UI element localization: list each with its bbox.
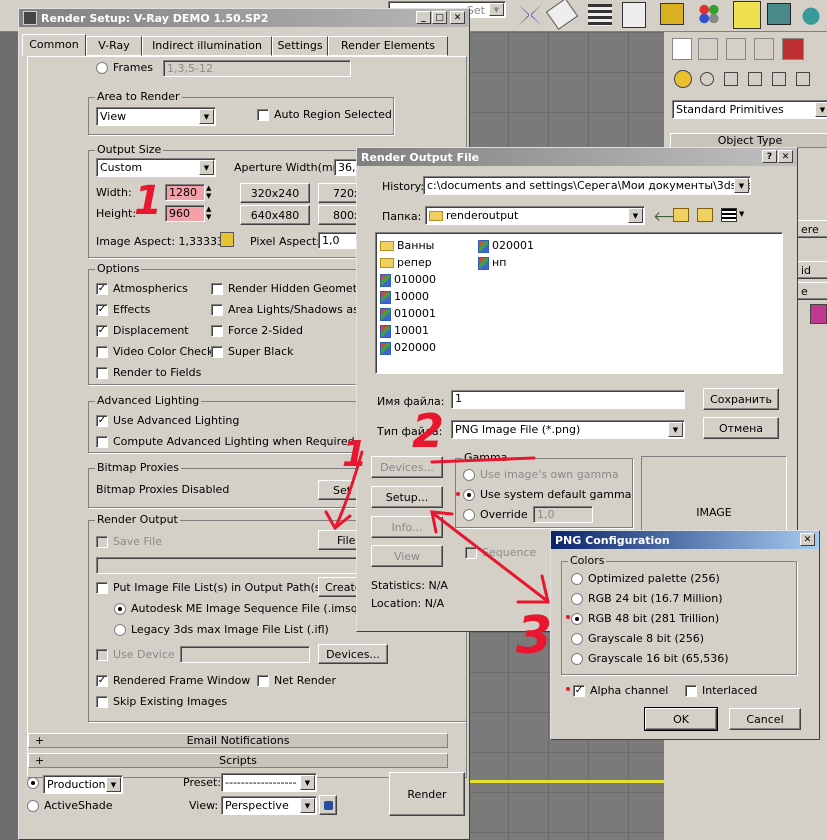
annotation-dot-alpha	[566, 687, 570, 691]
annotation-number-2: 2	[412, 404, 445, 458]
annotation-number-3: 3	[516, 606, 553, 666]
annotation-number-1: 1	[134, 178, 162, 224]
annotation-dot-rgb48	[566, 615, 570, 619]
annotation-dot-gamma	[456, 492, 460, 496]
annotation-number-1b: 1	[342, 434, 368, 475]
annotation-arrow-3	[432, 512, 548, 602]
annotation-underline-2	[430, 456, 536, 464]
